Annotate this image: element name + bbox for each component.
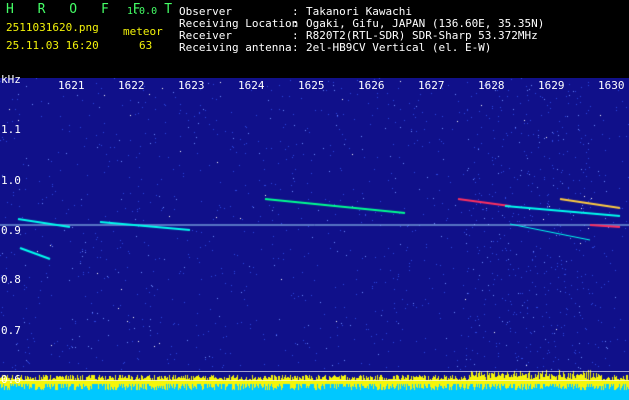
header: H R O F F T 1.0.0 2511031620.png meteor …: [0, 0, 629, 78]
y-tick-label: 1.1: [1, 123, 21, 136]
info-sep: :: [292, 41, 299, 54]
info-label-antenna: Receiving antenna: [179, 41, 292, 54]
x-tick-label: 1621: [58, 79, 85, 92]
x-tick-label: 1627: [418, 79, 445, 92]
y-unit-label: kHz: [1, 73, 21, 86]
x-tick-label: 1625: [298, 79, 325, 92]
reference-line: [0, 371, 629, 372]
x-tick-label: 1626: [358, 79, 385, 92]
x-tick-label: 1622: [118, 79, 145, 92]
y-tick-label: 0.7: [1, 324, 21, 337]
y-tick-label: 0.9: [1, 224, 21, 237]
x-tick-label: 1629: [538, 79, 565, 92]
capture-datetime: 25.11.03 16:20: [6, 39, 99, 52]
x-tick-label: 1630: [598, 79, 625, 92]
x-tick-label: 1628: [478, 79, 505, 92]
x-tick-label: 1624: [238, 79, 265, 92]
reference-line: [0, 380, 629, 381]
mode-label: meteor: [123, 25, 163, 38]
info-value-antenna: 2el-HB9CV Vertical (el. E-W): [306, 41, 492, 54]
spectrogram-canvas: [0, 78, 629, 400]
x-tick-label: 1623: [178, 79, 205, 92]
meteor-count: 63: [139, 39, 153, 52]
y-tick-label: 0.8: [1, 273, 21, 286]
file-name: 2511031620.png: [6, 21, 99, 34]
y-tick-label: 1.0: [1, 174, 21, 187]
app-version: 1.0.0: [127, 6, 158, 17]
